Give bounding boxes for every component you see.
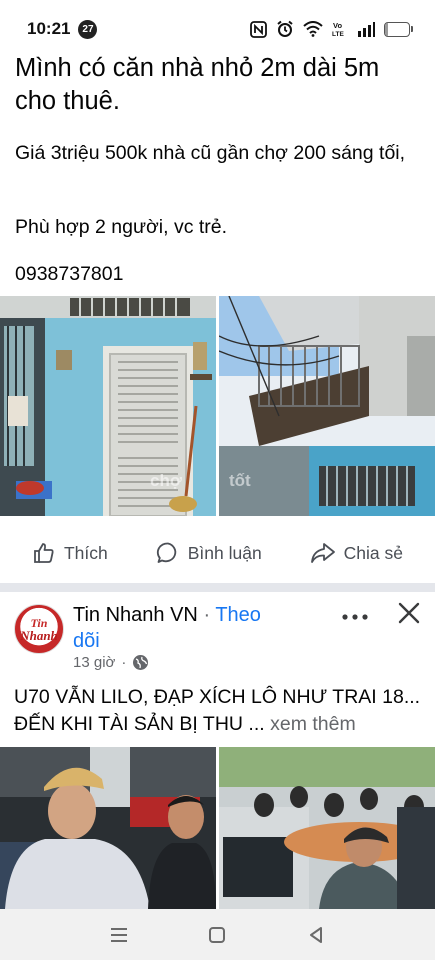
signal-icon (357, 20, 375, 38)
see-more-link[interactable]: xem thêm (270, 713, 356, 735)
comment-button[interactable]: Bình luận (156, 541, 262, 565)
comment-bubble-icon (156, 542, 176, 563)
back-triangle-icon (309, 926, 322, 943)
home-button[interactable] (197, 915, 237, 955)
post2-body-text: U70 VẪN LILO, ĐẠP XÍCH LÔ NHƯ TRAI 18...… (14, 686, 421, 735)
meta-dot: · (121, 654, 127, 671)
nfc-icon (250, 20, 267, 38)
comment-label: Bình luận (187, 542, 262, 563)
post2-header: Tin Nhanh Tin Nhanh VN · Theo dõi 13 giờ… (0, 598, 435, 680)
system-nav-bar (0, 909, 435, 960)
post1-text-block: Mình có căn nhà nhỏ 2m dài 5m cho thuê. … (15, 50, 425, 285)
svg-text:Vo: Vo (333, 21, 342, 30)
name-separator: · (203, 604, 211, 626)
avatar-text-2: Nhanh (20, 627, 58, 643)
feed-divider (0, 583, 435, 592)
thumbs-up-icon (34, 543, 54, 563)
post1-action-bar: Thích Bình luận Chia sẻ (0, 530, 435, 576)
post2-photo-grid (0, 747, 435, 909)
battery-icon: 13 (384, 21, 413, 37)
post1-title: Mình có căn nhà nhỏ 2m dài 5m cho thuê. (15, 54, 380, 115)
page-name-row: Tin Nhanh VN · Theo (73, 602, 261, 628)
back-button[interactable] (296, 915, 336, 955)
like-label: Thích (63, 542, 108, 563)
clock: 10:21 (27, 19, 71, 38)
recents-button[interactable] (99, 915, 139, 955)
like-button[interactable]: Thích (32, 541, 108, 565)
home-square-icon (209, 926, 226, 943)
close-icon (398, 602, 420, 624)
more-dots-icon (342, 614, 368, 620)
wifi-icon (303, 20, 323, 38)
follow-link[interactable]: Theo (215, 604, 261, 626)
post2-meta: 13 giờ · (73, 654, 149, 671)
old-man-photo[interactable] (0, 747, 216, 909)
photo-watermark: chợ (150, 471, 183, 490)
menu-lines-icon (111, 927, 128, 942)
follow-link-continued[interactable]: dõi (73, 628, 100, 654)
post1-line-price: Giá 3triệu 500k nhà cũ gần chợ 200 sáng … (15, 142, 406, 164)
alarm-icon (276, 20, 294, 38)
house-balcony-photo[interactable]: tốt (219, 296, 435, 516)
photo-watermark-2: tốt (229, 471, 251, 490)
globe-icon (133, 655, 149, 670)
post1-line-suitability: Phù hợp 2 người, vc trẻ. (15, 216, 228, 238)
status-left: 10:21 27 (27, 19, 98, 39)
avatar-text-1: Tin (30, 615, 48, 630)
house-door-photo[interactable]: chợ (0, 296, 216, 516)
police-crowd-photo[interactable] (219, 747, 435, 909)
battery-level: 13 (391, 23, 403, 35)
hide-post-button[interactable] (396, 600, 422, 631)
page-name[interactable]: Tin Nhanh VN (73, 604, 198, 626)
svg-text:LTE: LTE (332, 31, 344, 38)
status-right: Vo LTE 13 (250, 20, 413, 38)
notification-badge: 27 (78, 19, 98, 39)
post2-body: U70 VẪN LILO, ĐẠP XÍCH LÔ NHƯ TRAI 18...… (14, 684, 426, 738)
page-avatar[interactable]: Tin Nhanh (14, 604, 64, 654)
post1-photo-grid: chợ tốt (0, 296, 435, 516)
volte-icon: Vo LTE (332, 20, 348, 38)
more-options-button[interactable] (341, 602, 369, 628)
share-label: Chia sẻ (343, 542, 403, 563)
share-arrow-icon (310, 543, 335, 563)
post1-phone-number[interactable]: 0938737801 (15, 262, 123, 287)
post-time[interactable]: 13 giờ (73, 654, 115, 671)
share-button[interactable]: Chia sẻ (310, 541, 403, 565)
